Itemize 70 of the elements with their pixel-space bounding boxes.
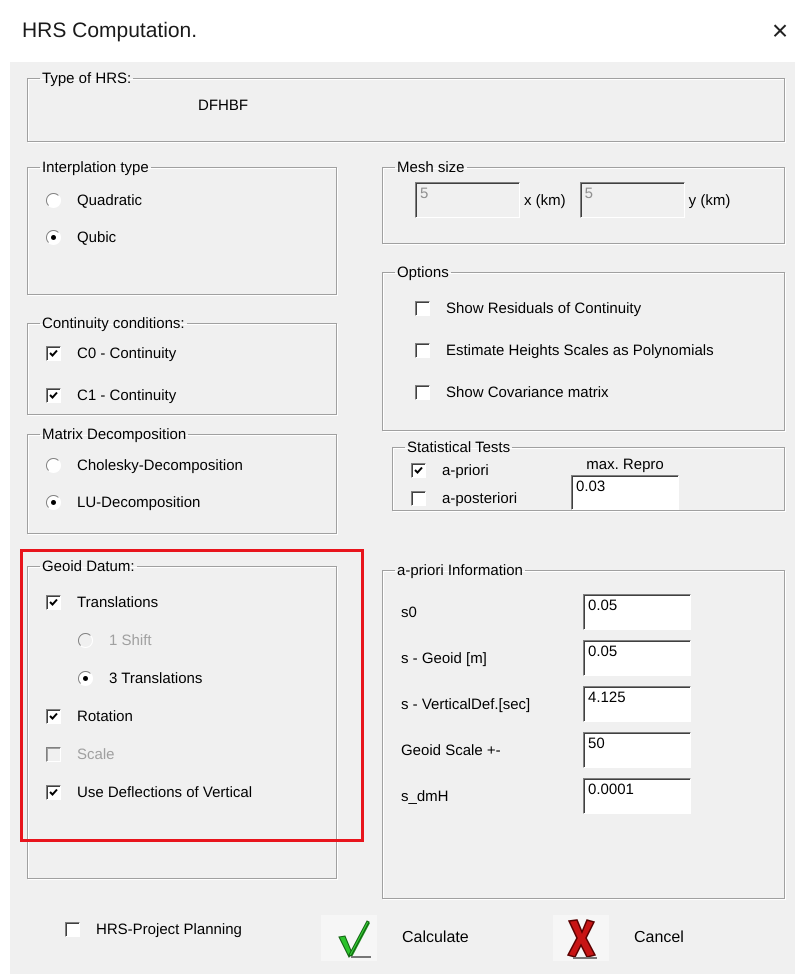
checkbox-label: Estimate Heights Scales as Polynomials	[446, 342, 714, 358]
field-label: s - Geoid [m]	[401, 650, 487, 666]
checkbox-label: Show Covariance matrix	[446, 384, 609, 400]
checkbox[interactable]	[415, 300, 430, 316]
radio-button[interactable]	[78, 670, 93, 686]
radio-label: 1 Shift	[109, 632, 152, 648]
radio-button[interactable]	[46, 230, 61, 245]
checkbox[interactable]	[415, 342, 430, 358]
unit-label: x (km)	[524, 192, 566, 208]
radio-button[interactable]	[46, 458, 61, 473]
radio-label: Cholesky-Decomposition	[77, 457, 243, 474]
window-title: HRS Computation.	[22, 19, 198, 43]
input-field[interactable]: 4.125	[583, 686, 691, 722]
checkbox[interactable]	[46, 784, 61, 800]
checkbox-label: Show Residuals of Continuity	[446, 300, 642, 316]
input-field[interactable]: 50	[583, 732, 691, 768]
radio-label: 3 Translations	[109, 670, 202, 686]
checkmark-icon	[49, 788, 58, 796]
group-label: Type of HRS:	[41, 70, 132, 87]
checkbox-label: C1 - Continuity	[77, 386, 176, 404]
field-label: s0	[401, 604, 417, 620]
checkbox-label: Rotation	[77, 708, 133, 724]
checkbox-label: HRS-Project Planning	[96, 920, 242, 938]
group-label: Interplation type	[41, 159, 150, 176]
checkbox[interactable]	[411, 462, 426, 478]
checkbox-label: a-priori	[442, 462, 489, 478]
checkbox[interactable]	[46, 594, 61, 610]
group-label: Continuity conditions:	[41, 315, 186, 332]
checkbox[interactable]	[46, 388, 61, 402]
radio-button[interactable]	[46, 193, 61, 208]
radio-label: Quadratic	[77, 192, 142, 209]
field-label: s - VerticalDef.[sec]	[401, 696, 530, 712]
checkbox[interactable]	[46, 346, 61, 360]
group-label: Mesh size	[396, 159, 466, 176]
x-icon	[553, 915, 609, 961]
field-label: Geoid Scale +-	[401, 742, 501, 758]
cancel-button[interactable]: Cancel	[553, 915, 785, 961]
radio-label: LU-Decomposition	[77, 494, 200, 511]
checkbox-label: Scale	[77, 746, 115, 762]
field-label: max. Repro	[586, 456, 664, 473]
checkbox[interactable]	[46, 708, 61, 724]
unit-label: y (km)	[688, 192, 730, 208]
group-label: Geoid Datum:	[41, 558, 136, 575]
calculate-button[interactable]: Calculate	[321, 915, 553, 961]
input-field[interactable]: 0.0001	[583, 778, 691, 814]
checkbox[interactable]	[415, 384, 430, 400]
checkmark-icon	[49, 348, 58, 358]
checkmark-icon	[414, 466, 423, 474]
group-label: a-priori Information	[396, 562, 524, 579]
radio-label: Qubic	[77, 229, 116, 246]
checkbox-label: Use Deflections of Vertical	[77, 784, 252, 800]
group-label: Options	[396, 264, 450, 281]
input-field[interactable]: 0.05	[583, 640, 691, 676]
field-label: s_dmH	[401, 788, 449, 804]
checkmark-icon	[321, 915, 377, 961]
checkbox[interactable]	[411, 490, 426, 506]
checkbox-label: C0 - Continuity	[77, 344, 176, 362]
checkmark-icon	[49, 390, 58, 400]
checkbox[interactable]	[65, 922, 80, 936]
checkmark-icon	[49, 598, 58, 606]
checkbox-label: a-posteriori	[442, 490, 518, 506]
checkmark-icon	[49, 712, 58, 720]
close-button[interactable]: ×	[765, 15, 795, 47]
hrs-type-value: DFHBF	[198, 97, 248, 114]
input-field[interactable]: 0.05	[583, 594, 691, 630]
radio-button[interactable]	[46, 495, 61, 510]
group-label: Statistical Tests	[406, 439, 512, 456]
input-field[interactable]: 0.03	[571, 475, 679, 510]
checkbox-label: Translations	[77, 594, 158, 610]
group-label: Matrix Decomposition	[41, 426, 188, 443]
